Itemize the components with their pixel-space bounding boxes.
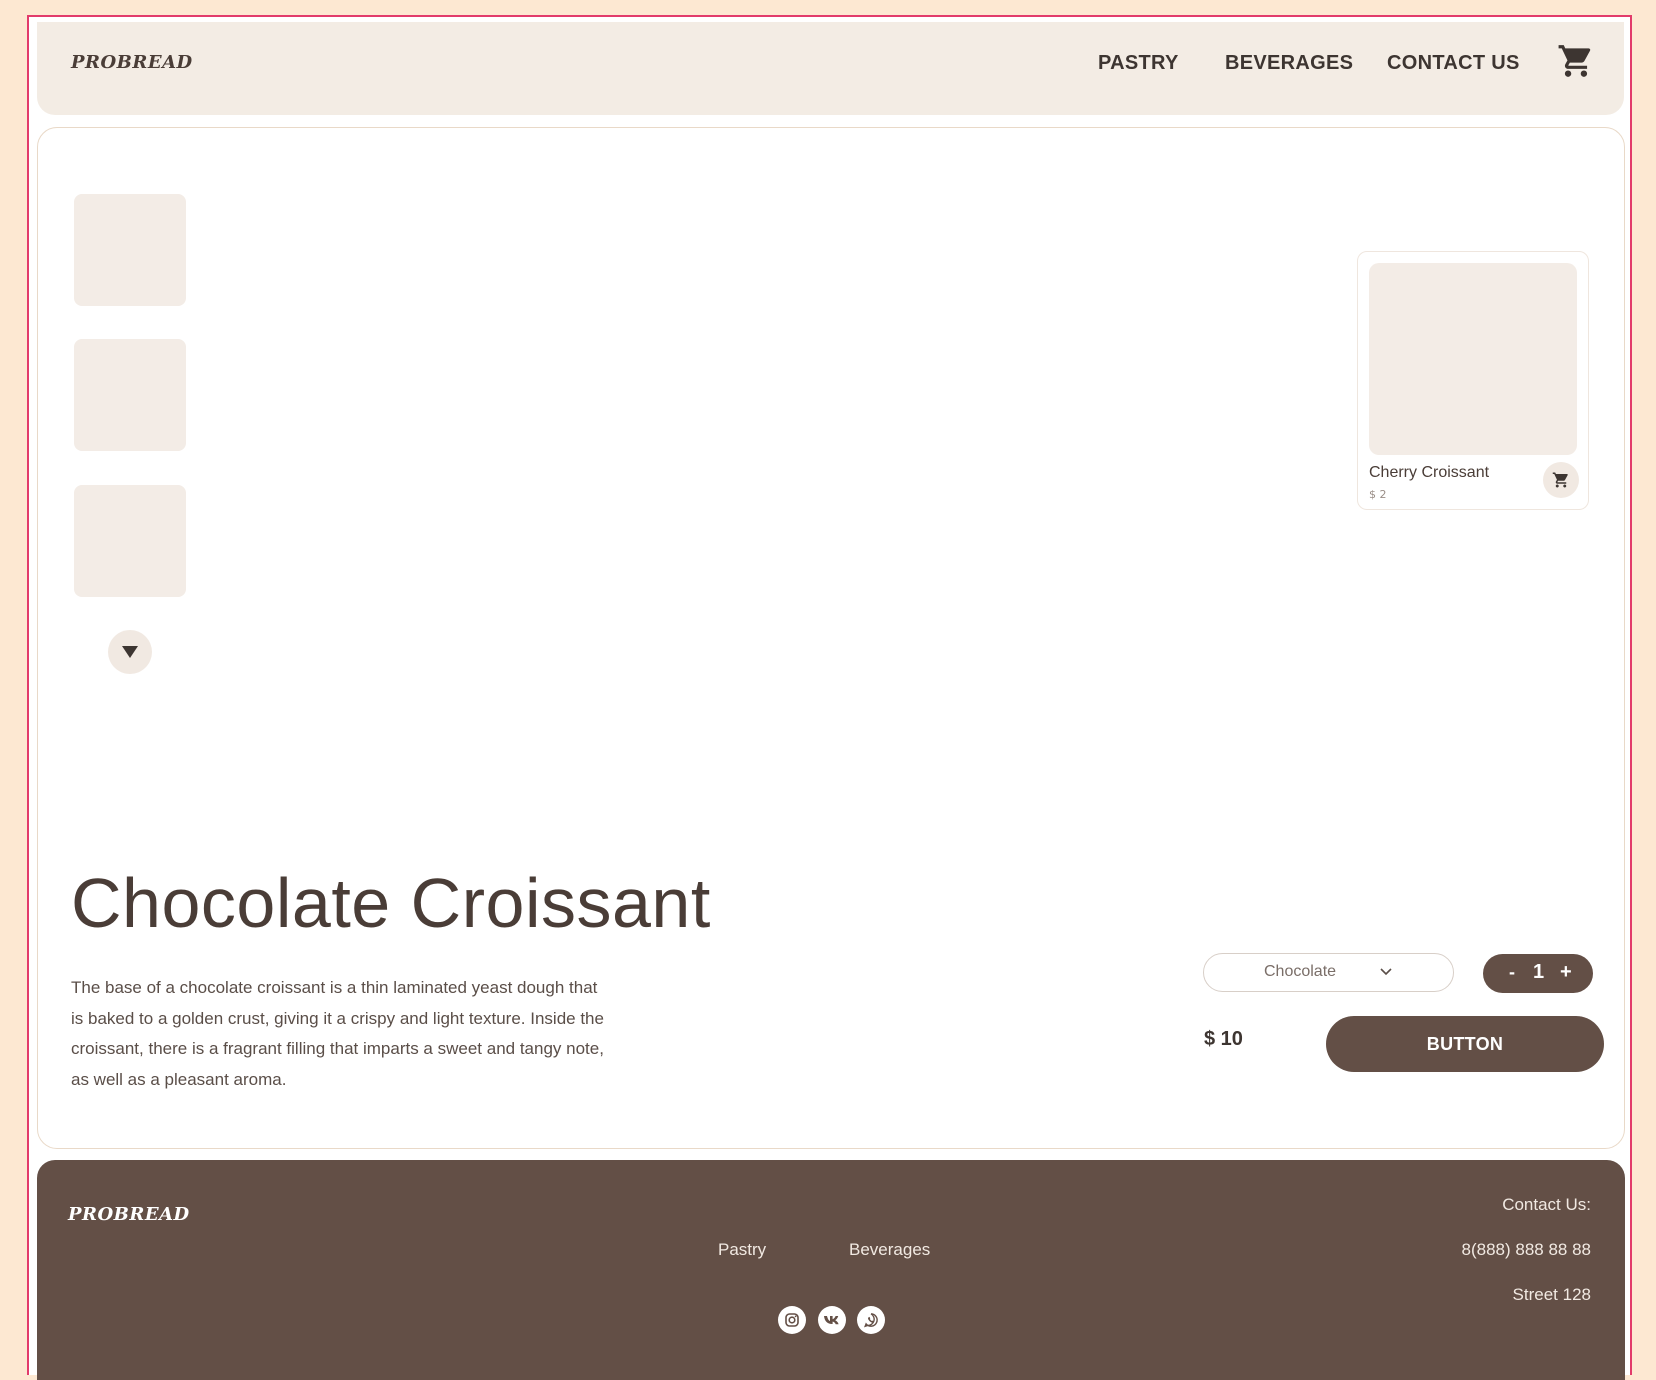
quantity-stepper: - 1 + bbox=[1483, 954, 1593, 993]
whatsapp-icon[interactable] bbox=[857, 1306, 885, 1334]
vk-icon[interactable] bbox=[818, 1306, 846, 1334]
footer-link-pastry[interactable]: Pastry bbox=[718, 1240, 766, 1260]
chevron-down-icon bbox=[1380, 968, 1392, 976]
product-thumbnail[interactable] bbox=[74, 339, 186, 451]
thumbnails-scroll-down-button[interactable] bbox=[108, 630, 152, 674]
increase-quantity-button[interactable]: + bbox=[1560, 961, 1572, 984]
footer-contact-title: Contact Us: bbox=[1502, 1195, 1591, 1214]
product-card: Cherry Croissant $ 2 Chocolate Croissant… bbox=[37, 127, 1625, 1149]
flavor-select[interactable]: Chocolate bbox=[1203, 953, 1454, 992]
product-title: Chocolate Croissant bbox=[71, 864, 711, 942]
nav-beverages[interactable]: BEVERAGES bbox=[1225, 52, 1353, 75]
footer-address: Street 128 bbox=[1512, 1285, 1591, 1304]
site-header: PROBREAD PASTRY BEVERAGES CONTACT US bbox=[37, 22, 1624, 115]
recommended-product-price: $ 2 bbox=[1369, 488, 1387, 501]
buy-button[interactable]: BUTTON bbox=[1326, 1016, 1604, 1072]
product-thumbnail[interactable] bbox=[74, 485, 186, 597]
quantity-value: 1 bbox=[1533, 961, 1545, 983]
cart-icon bbox=[1552, 472, 1568, 488]
decrease-quantity-button[interactable]: - bbox=[1509, 962, 1515, 983]
product-description: The base of a chocolate croissant is a t… bbox=[71, 978, 604, 1089]
flavor-select-value: Chocolate bbox=[1264, 963, 1337, 980]
triangle-down-icon bbox=[122, 646, 138, 658]
footer-link-beverages[interactable]: Beverages bbox=[849, 1240, 930, 1260]
recommended-product-name: Cherry Croissant bbox=[1369, 464, 1490, 481]
nav-pastry[interactable]: PASTRY bbox=[1098, 52, 1179, 75]
instagram-icon[interactable] bbox=[778, 1306, 806, 1334]
nav-contact-us[interactable]: CONTACT US bbox=[1387, 52, 1520, 75]
cart-icon[interactable] bbox=[1557, 42, 1595, 80]
recommended-product-card[interactable]: Cherry Croissant $ 2 bbox=[1357, 251, 1589, 510]
footer-brand-logo[interactable]: PROBREAD bbox=[68, 1204, 190, 1225]
add-to-cart-button[interactable] bbox=[1543, 462, 1579, 498]
product-thumbnail[interactable] bbox=[74, 194, 186, 306]
footer-phone[interactable]: 8(888) 888 88 88 bbox=[1462, 1240, 1592, 1260]
recommended-product-image bbox=[1369, 263, 1577, 455]
site-footer: PROBREAD Pastry Beverages Contact Us: 8(… bbox=[37, 1160, 1625, 1380]
brand-logo[interactable]: PROBREAD bbox=[71, 52, 193, 73]
product-price: $ 10 bbox=[1204, 1028, 1243, 1050]
